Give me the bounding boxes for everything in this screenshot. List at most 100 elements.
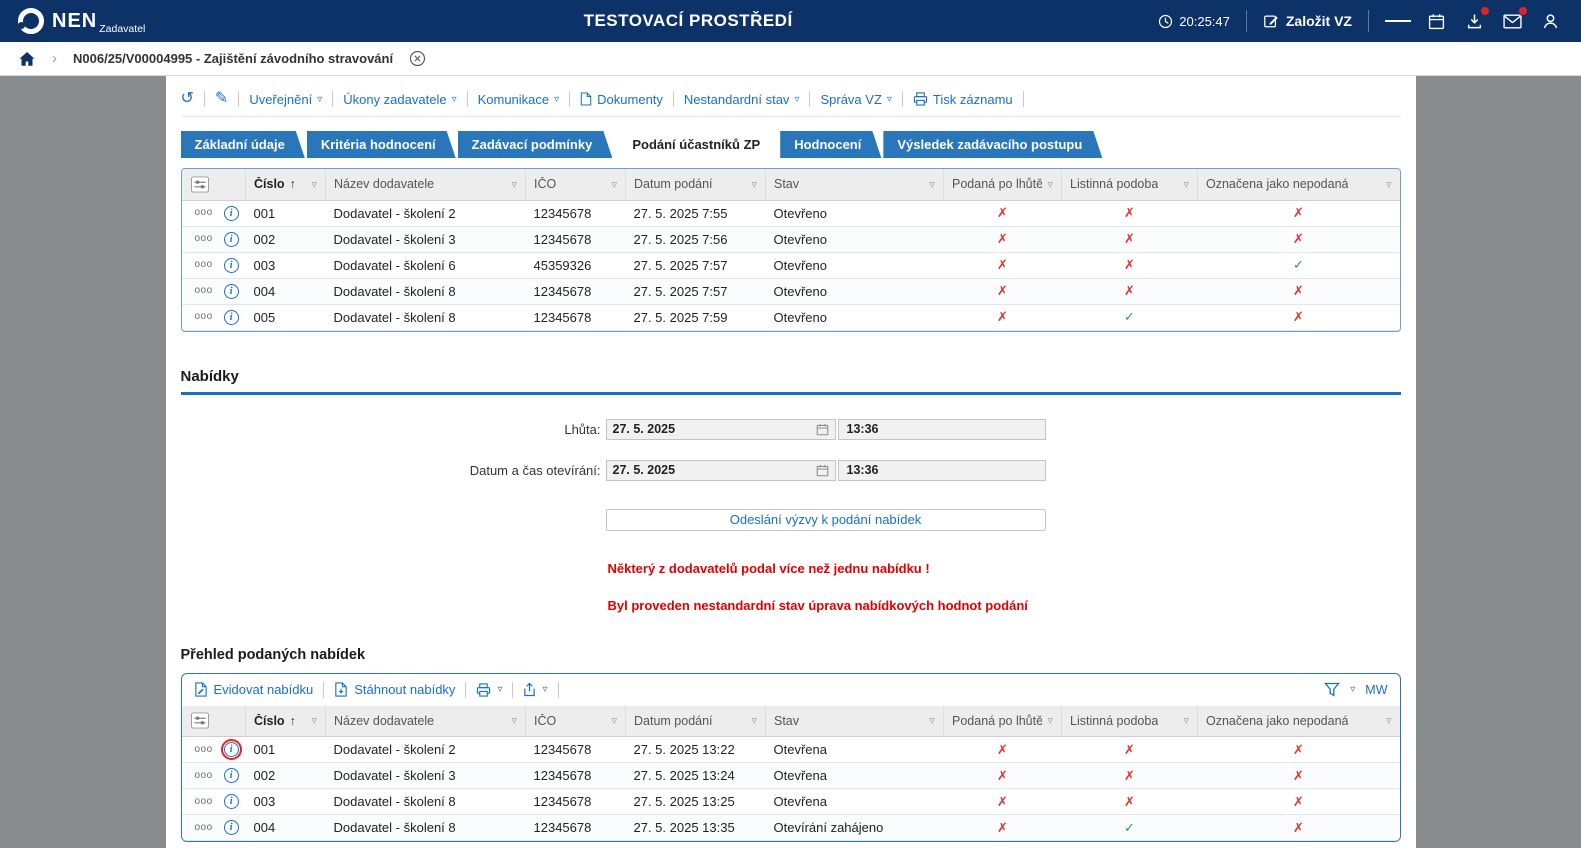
tab-kriteria-hodnoceni[interactable]: Kritéria hodnocení	[307, 131, 456, 158]
column-filter-icon[interactable]: ▿	[751, 178, 757, 191]
messages-icon[interactable]	[1499, 6, 1528, 34]
column-header-datum-podani[interactable]: Datum podání ▿	[625, 169, 766, 201]
column-header-stav[interactable]: Stav ▿	[765, 705, 944, 737]
table-row[interactable]: ooo i 003 Dodavatel - školení 8 12345678 27. …	[181, 788, 1400, 815]
download-offers-button[interactable]: Stáhnout nabídky	[334, 682, 455, 697]
user-profile-icon[interactable]	[1537, 8, 1563, 34]
row-menu-icon[interactable]: ooo	[195, 744, 213, 755]
nen-logo[interactable]: NEN Zadavatel	[52, 10, 145, 35]
column-filter-icon[interactable]: ▿	[1183, 178, 1189, 191]
breadcrumb-record[interactable]: N006/25/V00004995 - Zajištění závodního …	[73, 51, 393, 66]
row-info-icon[interactable]: i	[223, 205, 239, 221]
row-info-icon[interactable]: i	[223, 768, 239, 783]
row-menu-icon[interactable]: ooo	[195, 312, 213, 322]
column-filter-icon[interactable]: ▿	[751, 714, 757, 727]
toolbar-link-ukony-zadavatele[interactable]: Úkony zadavatele ▿	[343, 92, 456, 107]
column-header-podana-po-lhute[interactable]: Podaná po lhůtě ▿	[943, 705, 1062, 737]
sort-asc-icon[interactable]: ↑	[290, 177, 296, 191]
row-menu-icon[interactable]: ooo	[195, 260, 213, 270]
column-filter-icon[interactable]: ▿	[611, 178, 617, 191]
row-info-icon[interactable]: i	[220, 739, 242, 760]
table-row[interactable]: ooo i 004 Dodavatel - školení 8 12345678 27. …	[181, 814, 1400, 841]
row-menu-icon[interactable]: ooo	[195, 208, 213, 218]
row-info-icon[interactable]: i	[223, 231, 239, 247]
create-vz-button[interactable]: Založit VZ	[1263, 13, 1352, 29]
row-menu-icon[interactable]: ooo	[195, 796, 213, 807]
column-header-cislo[interactable]: Číslo ↑ ▿	[245, 705, 326, 737]
tab-zadavaci-podminky[interactable]: Zadávací podmínky	[458, 131, 613, 158]
history-icon[interactable]: ↺	[181, 91, 194, 107]
column-header-oznacena-jako-nepodana[interactable]: Označena jako nepodaná ▿	[1197, 169, 1400, 201]
table-row[interactable]: ooo i 003 Dodavatel - školení 6 45359326 27. …	[181, 252, 1400, 279]
column-header-oznacena-jako-nepodana[interactable]: Označena jako nepodaná ▿	[1197, 705, 1400, 737]
tab-hodnoceni[interactable]: Hodnocení	[780, 131, 881, 158]
column-filter-icon[interactable]: ▿	[611, 714, 617, 727]
deadline-date-field[interactable]: 27. 5. 2025	[605, 418, 836, 440]
toolbar-link-komunikace[interactable]: Komunikace ▿	[478, 92, 560, 107]
column-header-ico[interactable]: IČO ▿	[525, 169, 626, 201]
column-filter-icon[interactable]: ▿	[311, 714, 317, 727]
column-filter-icon[interactable]: ▿	[929, 714, 935, 727]
chevron-down-icon[interactable]: ▿	[1350, 684, 1355, 695]
column-filter-icon[interactable]: ▿	[1386, 714, 1392, 727]
table-row[interactable]: ooo i 001 Dodavatel - školení 2 12345678 27. …	[181, 736, 1400, 763]
register-offer-button[interactable]: Evidovat nabídku	[194, 682, 313, 697]
tab-podani-ucastniku-zp[interactable]: Podání účastníků ZP	[614, 131, 779, 158]
column-filter-icon[interactable]: ▿	[1047, 178, 1053, 191]
column-filter-icon[interactable]: ▿	[511, 178, 517, 191]
column-header-listinna-podoba[interactable]: Listinná podoba ▿	[1061, 705, 1198, 737]
column-settings-icon[interactable]	[181, 169, 246, 201]
toolbar-link-uverejneni[interactable]: Uveřejnění ▿	[249, 92, 322, 107]
send-call-for-offers-button[interactable]: Odeslání výzvy k podání nabídek	[605, 508, 1046, 531]
column-filter-icon[interactable]: ▿	[1386, 178, 1392, 191]
column-settings-icon[interactable]	[181, 705, 246, 737]
column-header-podana-po-lhute[interactable]: Podaná po lhůtě ▿	[943, 169, 1062, 201]
opening-date-field[interactable]: 27. 5. 2025	[605, 459, 836, 481]
opening-time-field[interactable]: 13:36	[837, 459, 1046, 481]
export-button[interactable]: ▿	[523, 682, 548, 697]
row-info-icon[interactable]: i	[223, 283, 239, 299]
table-row[interactable]: ooo i 002 Dodavatel - školení 3 12345678 27. …	[181, 762, 1400, 789]
tab-vysledek-zadavaciho-postupu[interactable]: Výsledek zadávacího postupu	[883, 131, 1102, 158]
deadline-time-field[interactable]: 13:36	[837, 418, 1046, 440]
row-menu-icon[interactable]: ooo	[195, 234, 213, 244]
column-filter-icon[interactable]: ▿	[511, 714, 517, 727]
toolbar-link-nestandardni-stav[interactable]: Nestandardní stav ▿	[684, 92, 800, 107]
column-header-listinna-podoba[interactable]: Listinná podoba ▿	[1061, 169, 1198, 201]
row-info-icon[interactable]: i	[223, 309, 239, 325]
column-filter-icon[interactable]: ▿	[1183, 714, 1189, 727]
column-filter-icon[interactable]: ▿	[929, 178, 935, 191]
row-menu-icon[interactable]: ooo	[195, 770, 213, 781]
downloads-icon[interactable]	[1461, 6, 1490, 34]
row-menu-icon[interactable]: ooo	[195, 822, 213, 833]
column-filter-icon[interactable]: ▿	[311, 178, 317, 191]
toolbar-link-sprava-vz[interactable]: Správa VZ ▿	[820, 92, 891, 107]
column-header-nazev-dodavatele[interactable]: Název dodavatele ▿	[325, 169, 526, 201]
close-record-icon[interactable]	[409, 50, 426, 67]
nen-logo-icon[interactable]	[18, 8, 44, 34]
toolbar-link-dokumenty[interactable]: Dokumenty	[580, 92, 663, 107]
column-header-nazev-dodavatele[interactable]: Název dodavatele ▿	[325, 705, 526, 737]
print-list-button[interactable]: ▿	[476, 682, 502, 697]
column-header-cislo[interactable]: Číslo ↑ ▿	[245, 169, 326, 201]
row-info-icon[interactable]: i	[223, 257, 239, 273]
calendar-field-icon[interactable]	[816, 423, 829, 436]
calendar-icon[interactable]	[1423, 8, 1449, 34]
column-filter-icon[interactable]: ▿	[1047, 714, 1053, 727]
row-info-icon[interactable]: i	[223, 820, 239, 835]
mw-view-toggle[interactable]: MW	[1365, 683, 1387, 697]
column-header-stav[interactable]: Stav ▿	[765, 169, 944, 201]
column-header-datum-podani[interactable]: Datum podání ▿	[625, 705, 766, 737]
home-icon[interactable]	[18, 51, 36, 67]
calendar-field-icon[interactable]	[816, 464, 829, 477]
table-row[interactable]: ooo i 002 Dodavatel - školení 3 12345678 27. …	[181, 226, 1400, 253]
column-header-ico[interactable]: IČO ▿	[525, 705, 626, 737]
tab-zakladni-udaje[interactable]: Základní údaje	[181, 131, 305, 158]
edit-record-icon[interactable]: ✎	[215, 91, 228, 107]
sort-asc-icon[interactable]: ↑	[290, 714, 296, 728]
menu-icon[interactable]	[1385, 8, 1412, 34]
row-menu-icon[interactable]: ooo	[195, 286, 213, 296]
row-info-icon[interactable]: i	[223, 794, 239, 809]
filter-icon[interactable]	[1324, 682, 1341, 697]
table-row[interactable]: ooo i 005 Dodavatel - školení 8 12345678 27. …	[181, 304, 1400, 331]
